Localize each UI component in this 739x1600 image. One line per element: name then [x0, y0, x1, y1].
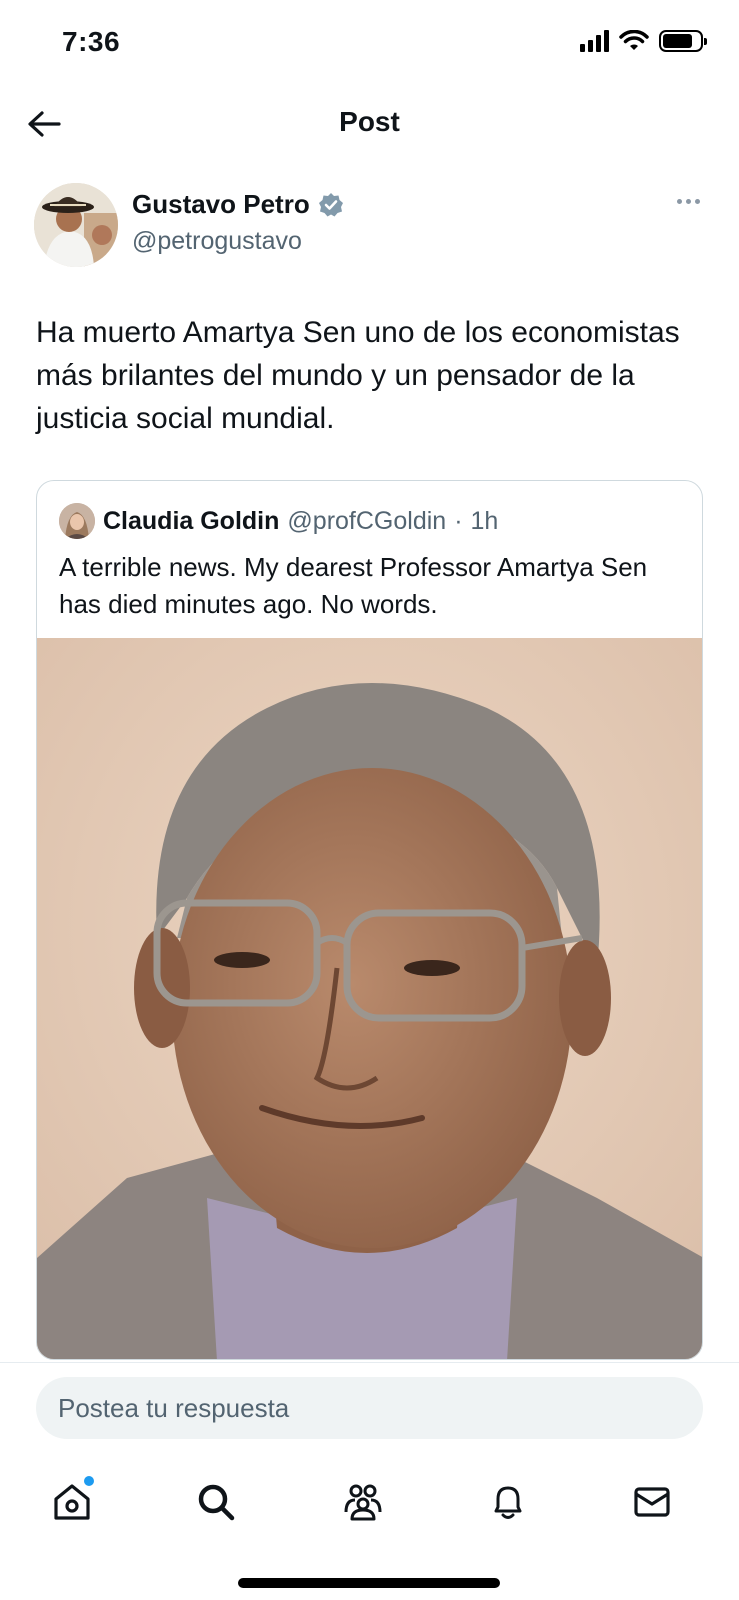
communities-icon — [344, 1484, 382, 1521]
home-icon — [54, 1484, 90, 1520]
quoted-post-photo[interactable] — [37, 638, 702, 1359]
more-dot-icon — [695, 199, 700, 204]
battery-icon — [659, 30, 707, 52]
nav-notifications[interactable] — [478, 1472, 538, 1532]
quoted-post-header: Claudia Goldin @profCGoldin · 1h — [59, 503, 498, 539]
quoted-author-name: Claudia Goldin — [103, 506, 280, 535]
verified-badge-icon — [318, 192, 343, 216]
author-avatar[interactable] — [34, 183, 118, 267]
author-name-row: Gustavo Petro — [132, 189, 344, 220]
quoted-time: 1h — [470, 506, 499, 535]
envelope-icon — [634, 1487, 670, 1517]
wifi-icon — [619, 30, 649, 50]
quoted-avatar-photo — [59, 503, 95, 539]
quoted-author-handle: @profCGoldin — [287, 506, 447, 535]
author-handle[interactable]: @petrogustavo — [132, 227, 302, 256]
bell-icon — [494, 1486, 522, 1519]
quoted-post-card[interactable]: Claudia Goldin @profCGoldin · 1h A terri… — [36, 480, 703, 1360]
nav-search[interactable] — [186, 1472, 246, 1532]
portrait-image — [37, 638, 702, 1359]
more-options-button[interactable] — [671, 193, 706, 210]
cellular-signal-icon — [580, 30, 609, 52]
reply-input[interactable]: Postea tu respuesta — [36, 1377, 703, 1439]
home-badge-dot — [84, 1476, 94, 1486]
nav-home[interactable] — [42, 1472, 102, 1532]
post-author: Gustavo Petro @petrogustavo — [34, 183, 706, 273]
avatar-photo — [34, 183, 118, 267]
search-icon — [198, 1484, 235, 1521]
status-time: 7:36 — [62, 26, 121, 57]
quoted-separator: · — [454, 506, 463, 535]
nav-messages[interactable] — [622, 1472, 682, 1532]
home-indicator[interactable] — [238, 1578, 500, 1588]
post-text: Ha muerto Amartya Sen uno de los economi… — [36, 316, 680, 435]
status-icons — [580, 30, 707, 52]
reply-bar: Postea tu respuesta — [0, 1362, 739, 1452]
more-dot-icon — [686, 199, 691, 204]
quoted-author-avatar — [59, 503, 95, 539]
more-dot-icon — [677, 199, 682, 204]
bottom-navigation — [0, 1452, 739, 1600]
author-name[interactable]: Gustavo Petro — [132, 189, 310, 220]
top-header: Post — [0, 90, 739, 160]
nav-communities[interactable] — [333, 1472, 393, 1532]
status-bar: 7:36 — [0, 0, 739, 90]
page-title: Post — [339, 106, 400, 137]
quoted-post-text: A terrible news. My dearest Professor Am… — [59, 552, 648, 619]
